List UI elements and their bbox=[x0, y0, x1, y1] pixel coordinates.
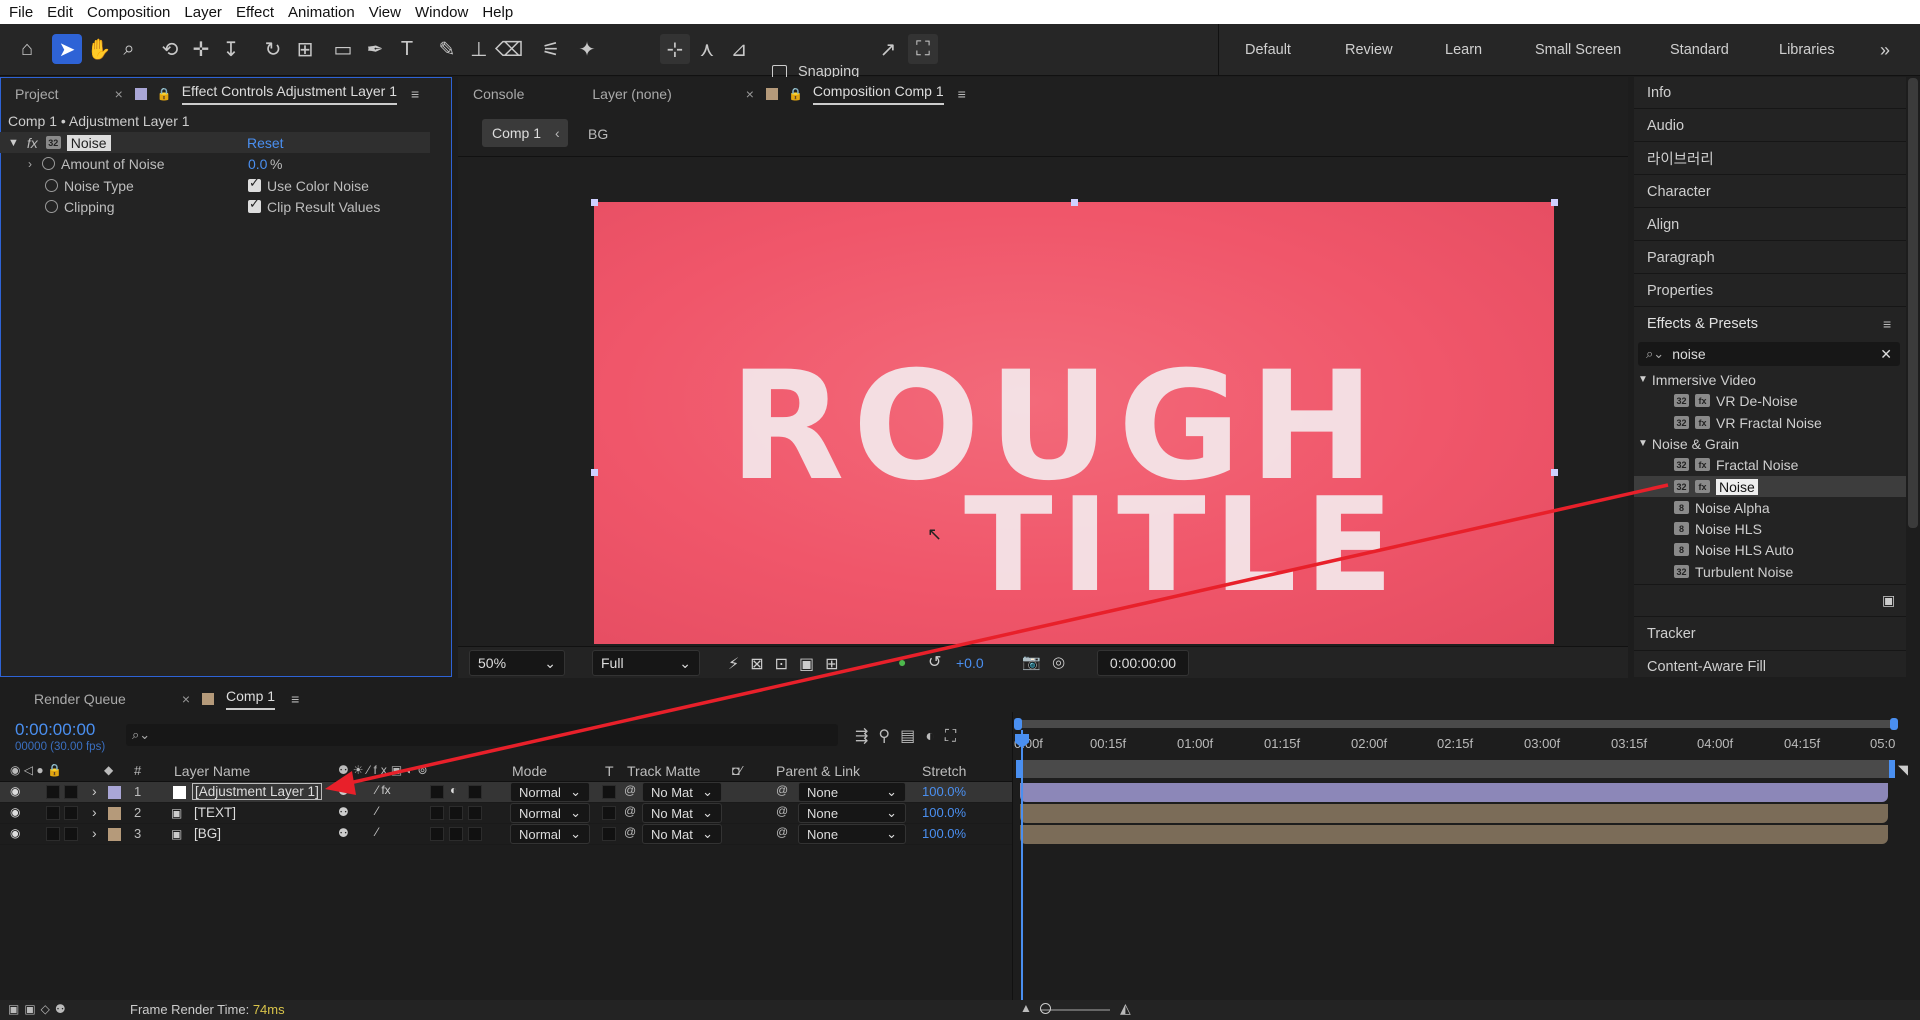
arrow-line bbox=[344, 483, 1669, 786]
drag-annotation-arrow bbox=[325, 483, 1669, 795]
arrow-head bbox=[325, 771, 356, 795]
